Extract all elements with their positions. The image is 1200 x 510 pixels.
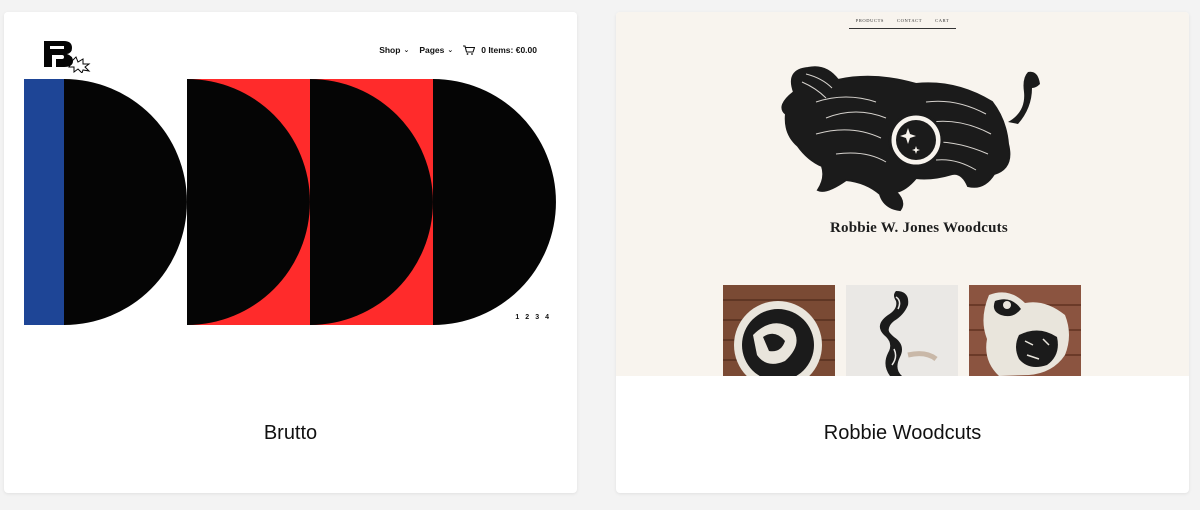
blue-block [24, 79, 64, 325]
nav-products[interactable]: PRODUCTS [856, 18, 884, 23]
cart-summary: 0 Items: €0.00 [481, 45, 537, 55]
nav-shop-label: Shop [379, 45, 401, 55]
theme-card-brutto[interactable]: Shop ⌄ Pages ⌄ 0 Items: €0.00 1 2 3 4 Br… [4, 12, 577, 493]
nav-cart[interactable]: 0 Items: €0.00 [463, 45, 537, 55]
cart-icon [463, 45, 476, 55]
brutto-nav: Shop ⌄ Pages ⌄ 0 Items: €0.00 [379, 45, 537, 55]
card-title[interactable]: Brutto [4, 422, 577, 445]
robbie-nav: PRODUCTS CONTACT CART [849, 18, 956, 29]
brutto-preview[interactable]: Shop ⌄ Pages ⌄ 0 Items: €0.00 1 2 3 4 [4, 12, 577, 376]
product-thumbnail-1[interactable] [723, 285, 835, 376]
chevron-down-icon: ⌄ [403, 47, 410, 54]
nav-contact[interactable]: CONTACT [897, 18, 922, 23]
nav-cart[interactable]: CART [935, 18, 949, 23]
nav-pages-label: Pages [419, 45, 445, 55]
pagination: 1 2 3 4 [515, 314, 549, 321]
half-disc-1 [64, 79, 187, 325]
page-3[interactable]: 3 [535, 314, 539, 321]
woodcut-boar-illustration [781, 66, 1040, 212]
brutto-hero-graphic [24, 79, 556, 325]
woodcut-cobra-image [846, 285, 958, 376]
product-thumbnail-3[interactable] [969, 285, 1081, 376]
theme-card-robbie-woodcuts[interactable]: PRODUCTS CONTACT CART Robbie W. Jones Wo… [616, 12, 1189, 493]
page-2[interactable]: 2 [525, 314, 529, 321]
robbie-preview[interactable]: PRODUCTS CONTACT CART Robbie W. Jones Wo… [616, 12, 1189, 376]
woodcut-circle-image [723, 285, 835, 376]
page-1[interactable]: 1 [515, 314, 519, 321]
page-4[interactable]: 4 [545, 314, 549, 321]
woodcut-tiger-image [969, 285, 1081, 376]
nav-pages[interactable]: Pages ⌄ [419, 45, 453, 55]
nav-shop[interactable]: Shop ⌄ [379, 45, 409, 55]
product-thumbnail-2[interactable] [846, 285, 958, 376]
chevron-down-icon: ⌄ [447, 47, 454, 54]
half-disc-4 [433, 79, 556, 325]
card-title[interactable]: Robbie Woodcuts [616, 422, 1189, 445]
brutto-logo [44, 41, 91, 73]
brand-name: Robbie W. Jones Woodcuts [830, 220, 1008, 236]
